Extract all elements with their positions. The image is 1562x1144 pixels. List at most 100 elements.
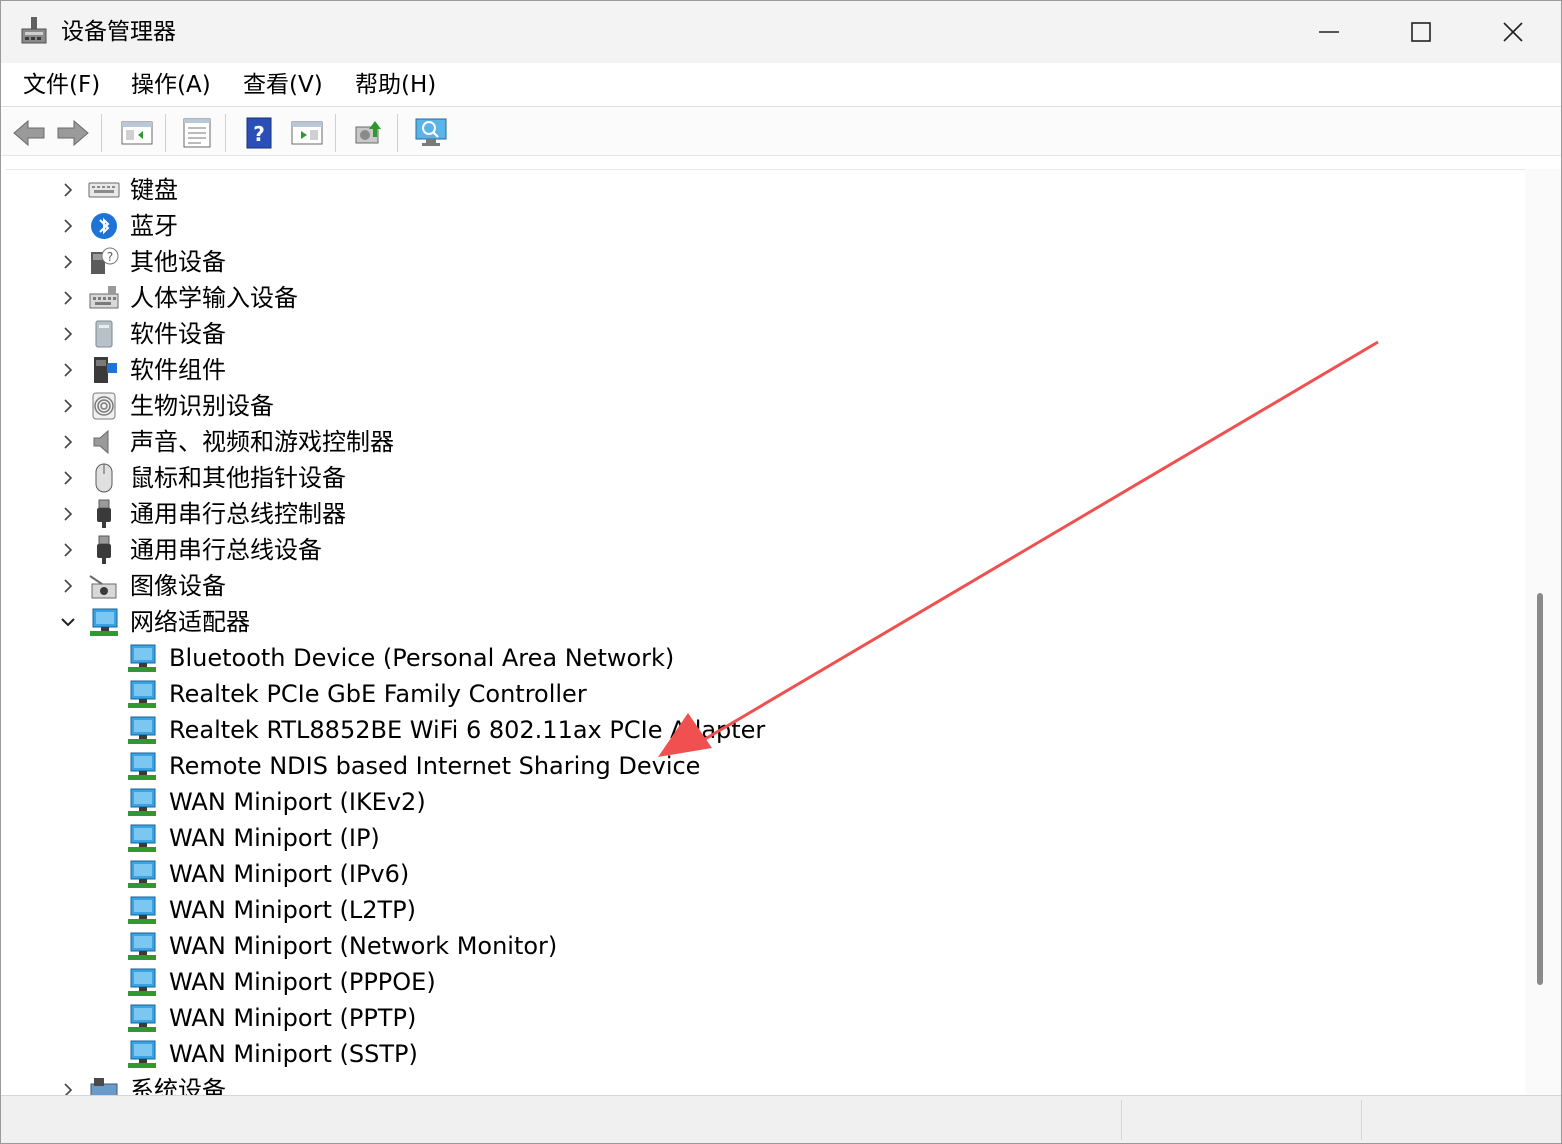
tree-category-row[interactable]: 图像设备 — [6, 568, 1506, 604]
toolbar-separator — [335, 114, 336, 152]
tree-category-row[interactable]: 人体学输入设备 — [6, 280, 1506, 316]
camera-icon — [89, 575, 117, 599]
network-adapter-row[interactable]: WAN Miniport (SSTP) — [6, 1036, 1506, 1072]
forward-arrow-icon — [57, 119, 89, 147]
network-adapter-icon — [128, 644, 156, 672]
device-manager-window: 设备管理器 文件(F) 操作(A) 查看(V) 帮助(H) ? 键盘 蓝牙 ? … — [0, 0, 1562, 1144]
run-view-icon — [291, 121, 323, 145]
chevron-right-icon[interactable] — [58, 180, 78, 200]
device-manager-app-icon — [21, 17, 47, 44]
tree-category-row[interactable]: 键盘 — [6, 172, 1506, 208]
vertical-scrollbar[interactable] — [1525, 169, 1561, 1095]
svg-text:?: ? — [107, 250, 113, 264]
network-adapter-row[interactable]: WAN Miniport (PPPOE) — [6, 964, 1506, 1000]
scan-hardware-icon — [415, 118, 447, 146]
hid-icon — [89, 286, 119, 309]
adapter-label: WAN Miniport (SSTP) — [169, 1040, 418, 1068]
network-adapter-icon — [128, 1004, 156, 1032]
network-adapter-row[interactable]: WAN Miniport (Network Monitor) — [6, 928, 1506, 964]
network-adapter-row[interactable]: WAN Miniport (IKEv2) — [6, 784, 1506, 820]
network-adapter-icon — [128, 932, 156, 960]
title-bar[interactable]: 设备管理器 — [1, 1, 1561, 63]
scrollbar-thumb[interactable] — [1537, 593, 1543, 985]
maximize-button[interactable] — [1375, 1, 1467, 63]
chevron-right-icon[interactable] — [58, 252, 78, 272]
chevron-down-icon[interactable] — [58, 612, 78, 632]
view-list-icon — [183, 118, 211, 148]
category-label: 软件设备 — [130, 320, 226, 348]
update-driver-button[interactable] — [351, 116, 387, 150]
minimize-button[interactable] — [1283, 1, 1375, 63]
menu-file[interactable]: 文件(F) — [21, 69, 102, 101]
category-label: 键盘 — [130, 176, 178, 204]
tree-category-row[interactable]: 网络适配器 — [6, 604, 1506, 640]
tree-category-row[interactable]: ? 其他设备 — [6, 244, 1506, 280]
adapter-label: WAN Miniport (PPTP) — [169, 1004, 417, 1032]
network-adapter-row[interactable]: WAN Miniport (IPv6) — [6, 856, 1506, 892]
fingerprint-icon — [92, 392, 116, 420]
chevron-right-icon[interactable] — [58, 576, 78, 596]
chevron-right-icon[interactable] — [58, 288, 78, 308]
chevron-right-icon[interactable] — [58, 432, 78, 452]
show-hide-tree-button[interactable] — [119, 116, 155, 150]
menu-help[interactable]: 帮助(H) — [353, 69, 438, 101]
tree-category-row[interactable]: 蓝牙 — [6, 208, 1506, 244]
close-icon — [1503, 22, 1523, 42]
tree-category-row[interactable]: 通用串行总线设备 — [6, 532, 1506, 568]
chevron-right-icon[interactable] — [58, 540, 78, 560]
back-button[interactable] — [11, 116, 47, 150]
status-bar — [1, 1095, 1561, 1143]
network-adapter-row[interactable]: WAN Miniport (IP) — [6, 820, 1506, 856]
chevron-right-icon[interactable] — [58, 324, 78, 344]
mouse-icon — [95, 463, 113, 493]
adapter-label: Realtek PCIe GbE Family Controller — [169, 680, 587, 708]
toolbar-separator — [397, 114, 398, 152]
run-view-button[interactable] — [289, 116, 325, 150]
adapter-label: WAN Miniport (Network Monitor) — [169, 932, 558, 960]
device-tree[interactable]: 键盘蓝牙? 其他设备人体学输入设备软件设备软件组件生物识别设备 声音、视频和游戏控制… — [6, 169, 1526, 1095]
toolbar-separator — [101, 114, 102, 152]
adapter-label: WAN Miniport (IPv6) — [169, 860, 410, 888]
chevron-right-icon[interactable] — [58, 360, 78, 380]
scan-hardware-button[interactable] — [413, 116, 449, 150]
tree-category-row[interactable]: 软件组件 — [6, 352, 1506, 388]
close-button[interactable] — [1467, 1, 1559, 63]
chevron-right-icon[interactable] — [58, 468, 78, 488]
usb-icon — [97, 535, 111, 564]
software-component-icon — [94, 357, 117, 383]
chevron-right-icon[interactable] — [58, 1080, 78, 1095]
help-button[interactable]: ? — [241, 116, 277, 150]
tree-category-row[interactable]: 生物识别设备 — [6, 388, 1506, 424]
network-adapter-icon — [128, 824, 156, 852]
network-adapter-icon — [128, 968, 156, 996]
network-adapter-row[interactable]: Bluetooth Device (Personal Area Network) — [6, 640, 1506, 676]
category-label: 软件组件 — [130, 356, 226, 384]
network-adapter-row[interactable]: Remote NDIS based Internet Sharing Devic… — [6, 748, 1506, 784]
network-adapter-row[interactable]: WAN Miniport (L2TP) — [6, 892, 1506, 928]
tree-category-row[interactable]: 系统设备 — [6, 1072, 1506, 1095]
category-label: 图像设备 — [130, 572, 226, 600]
chevron-right-icon[interactable] — [58, 504, 78, 524]
keyboard-icon — [88, 182, 120, 198]
network-adapter-icon — [128, 860, 156, 888]
menu-view[interactable]: 查看(V) — [241, 69, 325, 101]
window-title: 设备管理器 — [61, 19, 176, 45]
network-adapter-row[interactable]: WAN Miniport (PPTP) — [6, 1000, 1506, 1036]
properties-button[interactable] — [179, 116, 215, 150]
status-cell — [1121, 1100, 1361, 1140]
tree-category-row[interactable]: 软件设备 — [6, 316, 1506, 352]
tree-category-row[interactable]: 通用串行总线控制器 — [6, 496, 1506, 532]
category-label: 其他设备 — [130, 248, 226, 276]
tree-category-row[interactable]: 鼠标和其他指针设备 — [6, 460, 1506, 496]
network-adapter-row[interactable]: Realtek RTL8852BE WiFi 6 802.11ax PCIe A… — [6, 712, 1506, 748]
speaker-icon — [93, 429, 109, 455]
forward-button[interactable] — [55, 116, 91, 150]
tree-category-row[interactable]: 声音、视频和游戏控制器 — [6, 424, 1506, 460]
network-adapter-icon — [128, 788, 156, 816]
network-adapter-icon — [90, 608, 118, 636]
network-adapter-row[interactable]: Realtek PCIe GbE Family Controller — [6, 676, 1506, 712]
chevron-right-icon[interactable] — [58, 396, 78, 416]
menu-action[interactable]: 操作(A) — [129, 69, 213, 101]
system-device-icon — [90, 1078, 118, 1095]
chevron-right-icon[interactable] — [58, 216, 78, 236]
